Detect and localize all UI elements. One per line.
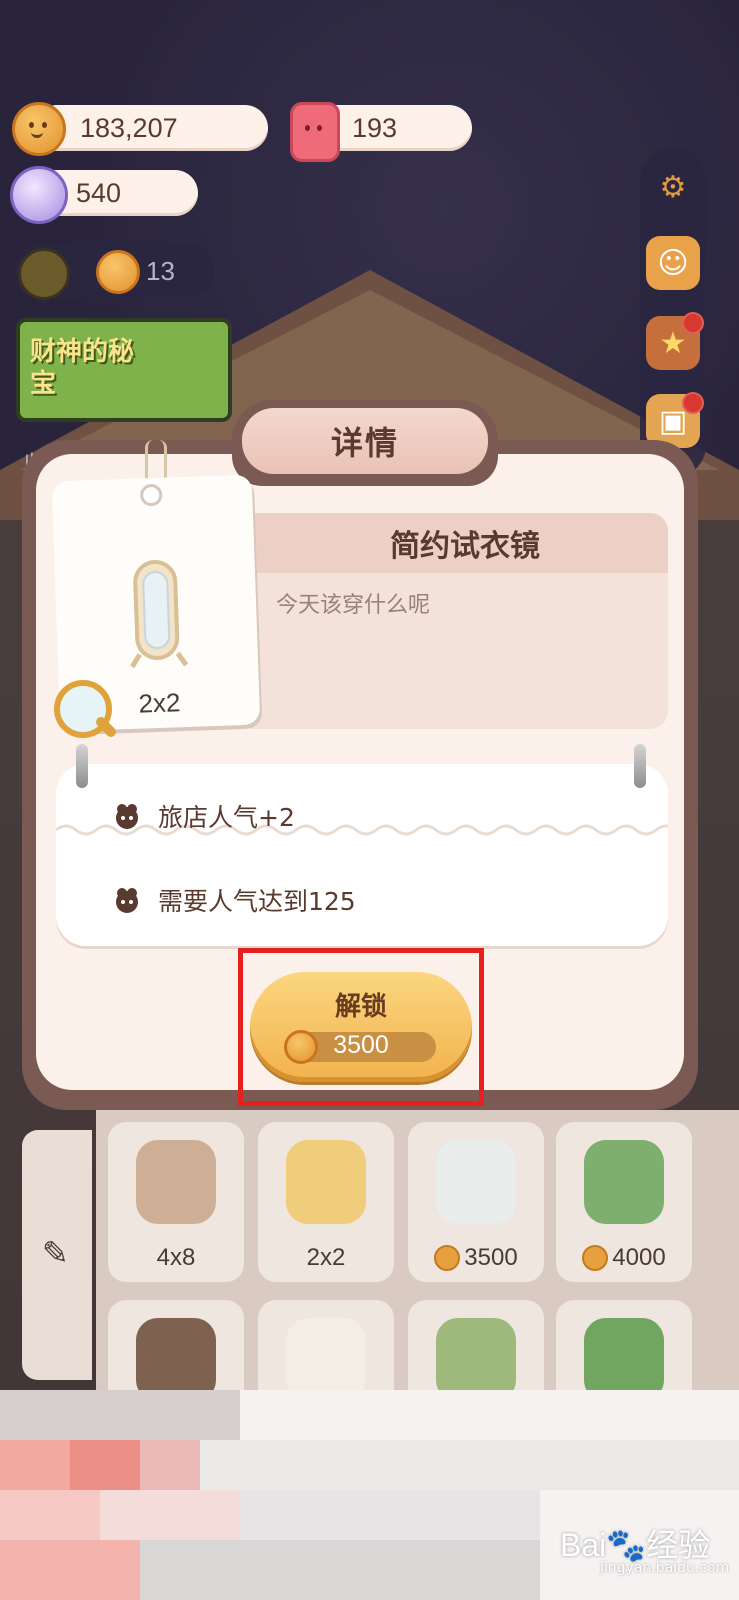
grid-item-label: 4000 [556, 1244, 692, 1272]
mirror-icon [436, 1140, 516, 1224]
grid-item[interactable]: 3500 [408, 1122, 544, 1282]
clip-left [76, 744, 88, 788]
grid-item[interactable]: 2x2 [258, 1122, 394, 1282]
attribute-text: 旅店人气+2 [158, 803, 295, 832]
popularity-icon [112, 885, 142, 915]
sun-icon[interactable] [18, 248, 70, 300]
item-description: 今天该穿什么呢 [276, 593, 431, 618]
grid-item[interactable]: 4x8 [108, 1122, 244, 1282]
settings-gear-icon[interactable]: ⚙ [646, 160, 700, 214]
cookie-icon [582, 1245, 609, 1271]
attribute-text: 需要人气达到125 [158, 887, 356, 916]
item-info-header: 简约试衣镜 [236, 513, 668, 573]
candy-icon [10, 166, 68, 224]
red-highlight-box [238, 948, 484, 1106]
grid-item[interactable]: 4000 [556, 1122, 692, 1282]
dialog-title-tab: 详情 [232, 400, 498, 486]
lamp-icon [286, 1140, 366, 1224]
grid-item-label: 4x8 [108, 1244, 244, 1272]
candle-icon [290, 102, 340, 162]
candle-count: 193 [352, 112, 398, 143]
popularity-icon [112, 801, 142, 831]
category-tab[interactable]: ✎ [22, 1130, 92, 1380]
grid-item-label: 3500 [408, 1244, 544, 1272]
event-banner-title: 财神的秘宝 [30, 337, 135, 399]
cookie-icon [434, 1245, 461, 1271]
cookie-counter[interactable]: 183,207 [34, 105, 268, 151]
notification-dot [682, 392, 704, 414]
watermark-url: jingyan.baidu.com [600, 1560, 730, 1576]
grid-item-text: 4000 [612, 1244, 666, 1271]
notification-dot [682, 312, 704, 334]
cookie-count: 183,207 [80, 112, 178, 143]
brush-icon: ✎ [42, 1234, 69, 1272]
event-banner[interactable]: 财神的秘宝 [16, 318, 232, 422]
candy-count: 540 [76, 177, 122, 208]
popularity-count: 13 [146, 256, 175, 286]
grid-item-text: 2x2 [306, 1244, 346, 1271]
attribute-row-popularity: 旅店人气+2 [112, 798, 295, 834]
cookie-icon [12, 102, 66, 156]
item-info-card: 简约试衣镜 今天该穿什么呢 [236, 513, 668, 729]
tag-hole [139, 483, 163, 507]
popularity-face-icon [96, 250, 140, 294]
grid-item-label: 2x2 [258, 1244, 394, 1272]
attribute-card [56, 764, 668, 946]
clip-right [634, 744, 646, 788]
rug-icon [136, 1140, 216, 1224]
grid-item-text: 4x8 [156, 1244, 196, 1271]
dialog-title: 详情 [330, 424, 399, 462]
mirror-icon [130, 560, 189, 669]
plant-tree-icon [584, 1140, 664, 1224]
attribute-row-requirement: 需要人气达到125 [112, 882, 356, 918]
item-name: 简约试衣镜 [390, 529, 540, 564]
stamp-card-icon[interactable]: ☺ [646, 236, 700, 290]
grid-item-text: 3500 [464, 1244, 518, 1271]
